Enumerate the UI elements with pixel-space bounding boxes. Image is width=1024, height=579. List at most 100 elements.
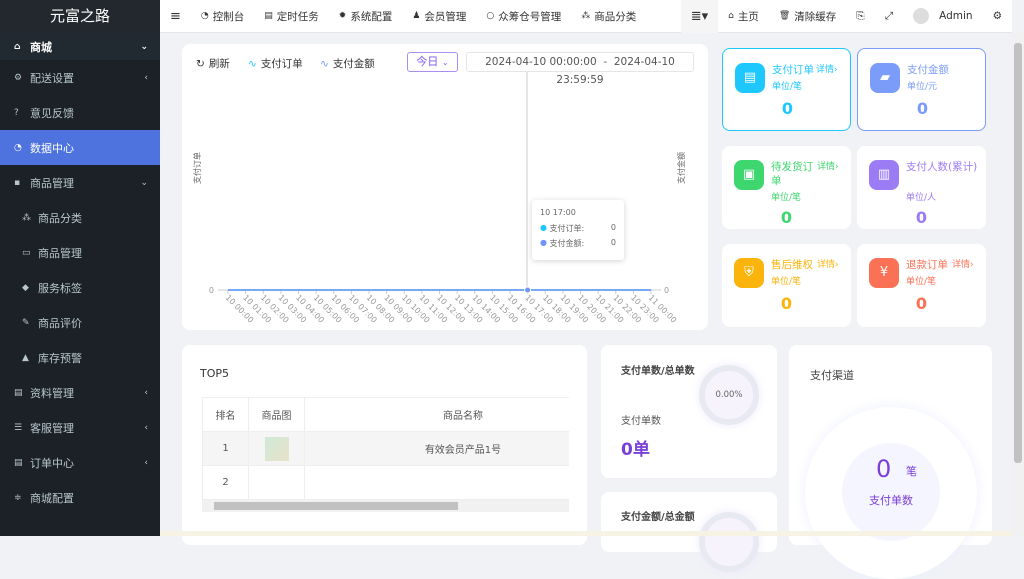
- channel-center: 0 笔 支付单数: [842, 443, 940, 541]
- stat-card[interactable]: ▰ 支付金额 单位/元 0: [857, 48, 986, 131]
- detail-link[interactable]: 详情›: [817, 258, 839, 272]
- sidebar-item[interactable]: ▲ 库存预警: [0, 340, 160, 375]
- chart-card: ↻ 刷新 ∿ 支付订单 ∿ 支付金额 今日 ⌄ 2024-04-10 00:00:00…: [182, 44, 708, 330]
- sidebar-item-label: 商品分类: [38, 211, 82, 225]
- sidebar-item-label: 服务标签: [38, 281, 82, 295]
- ratio-title: 支付金额/总金额: [621, 512, 695, 523]
- topnav-item[interactable]: ♟ 会员管理: [402, 9, 476, 24]
- product-image-cell: [248, 431, 305, 466]
- detail-link[interactable]: 详情›: [952, 258, 974, 272]
- sitemap-icon: ⁂: [22, 212, 31, 223]
- product-name-cell: 有效会员产品1号: [304, 431, 569, 466]
- dashboard-icon: ◔: [14, 142, 22, 153]
- scrollbar-thumb[interactable]: [214, 502, 458, 510]
- sidebar-item[interactable]: ◆ 服务标签: [0, 270, 160, 305]
- table-horizontal-scrollbar[interactable]: [202, 500, 569, 512]
- sidebar-item-label: 客服管理: [30, 421, 74, 435]
- clear-cache-button[interactable]: 🗑 清除缓存: [769, 9, 846, 24]
- fullscreen-icon[interactable]: ⤢: [875, 10, 903, 23]
- sidebar-item[interactable]: ⚙ 配送设置 ‹: [0, 60, 160, 95]
- topnav-item[interactable]: ○ 众筹仓号管理: [476, 9, 571, 24]
- user-menu[interactable]: Admin: [903, 8, 982, 24]
- sidebar-item[interactable]: ⌂ 商城 ⌄: [0, 33, 160, 60]
- shield-yen-icon: ⛨: [734, 258, 764, 288]
- translate-icon[interactable]: ⎘: [846, 10, 874, 23]
- topnav-item[interactable]: ▤ 定时任务: [254, 9, 329, 24]
- chevron-left-icon: ‹: [144, 72, 148, 83]
- stat-value: 0: [780, 208, 793, 227]
- table-row[interactable]: 2: [202, 465, 569, 500]
- dot-icon: ●: [540, 223, 547, 232]
- more-menu-button[interactable]: ≣▾: [680, 0, 719, 33]
- stat-title: 支付订单: [772, 64, 814, 76]
- sidebar-item[interactable]: ▤ 订单中心 ‹: [0, 445, 160, 480]
- clear-cache-label: 清除缓存: [794, 10, 837, 23]
- sidebar-item-label: 意见反馈: [30, 106, 74, 120]
- progress-ring: 0.00%: [699, 365, 759, 425]
- line-chart[interactable]: 0 0支付订单 支付金额10 00:0010 01:0010 02:0010 03:…: [182, 44, 708, 330]
- stat-value: 0: [781, 99, 794, 118]
- home-button[interactable]: ⌂ 主页: [718, 9, 769, 24]
- page-scrollbar[interactable]: [1012, 33, 1024, 536]
- sidebar-item[interactable]: ✎ 商品评价: [0, 305, 160, 340]
- question-icon: ?: [14, 107, 19, 118]
- stat-card[interactable]: ▣ 待发货订单 详情› 单位/笔 0: [722, 146, 851, 229]
- chevron-down-icon: ⌄: [140, 41, 148, 52]
- y-tick-left: 0: [209, 286, 214, 295]
- stat-card[interactable]: ▥ 支付人数(累计) 单位/人 0: [857, 146, 986, 229]
- stat-card[interactable]: ▤ 支付订单 详情› 单位/笔 0: [722, 48, 851, 131]
- column-header: 商品名称: [304, 397, 569, 432]
- file-icon: ▤: [14, 457, 23, 468]
- stat-card[interactable]: ⛨ 售后维权 详情› 单位/笔 0: [722, 244, 851, 327]
- stat-unit: 单位/元: [907, 82, 938, 92]
- channel-label: 支付单数: [869, 494, 913, 507]
- stat-card[interactable]: ¥ 退款订单 详情› 单位/笔 0: [857, 244, 986, 327]
- stat-unit: 单位/笔: [906, 277, 937, 287]
- sidebar-item[interactable]: ? 意见反馈: [0, 95, 160, 130]
- column-header: 商品图: [248, 397, 305, 432]
- scrollbar-thumb[interactable]: [1014, 43, 1022, 463]
- sidebar-item[interactable]: ▤ 资料管理 ‹: [0, 375, 160, 410]
- sidebar-item[interactable]: ◔ 数据中心: [0, 130, 160, 165]
- column-header: 排名: [202, 397, 249, 432]
- top5-title: TOP5: [200, 367, 230, 380]
- list-icon: ☰: [14, 422, 23, 433]
- home-label: 主页: [737, 10, 759, 23]
- sidebar-item[interactable]: ≑ 商城配置: [0, 480, 160, 515]
- package-icon: ▣: [734, 160, 764, 190]
- chart-tooltip: 10 17:00 ● 支付订单: 0 ● 支付金额: 0: [532, 200, 624, 260]
- sidebar-item[interactable]: ▪ 商品管理 ⌄: [0, 165, 160, 200]
- y-tick-right: 0: [664, 286, 669, 295]
- sidebar-item[interactable]: ⁂ 商品分类: [0, 200, 160, 235]
- file-icon: ▤: [14, 387, 23, 398]
- hover-point: [524, 286, 532, 294]
- topnav-item[interactable]: ✹ 系统配置: [329, 9, 403, 24]
- topnav-label: 系统配置: [350, 10, 393, 23]
- detail-link[interactable]: 详情›: [817, 160, 839, 174]
- menu-toggle-icon[interactable]: ≡: [160, 9, 191, 24]
- logo: 元富之路: [0, 0, 160, 33]
- detail-link[interactable]: 详情›: [816, 63, 838, 77]
- circle-icon: ○: [486, 11, 495, 21]
- trash-icon: 🗑: [778, 11, 791, 21]
- bottom-strip: [160, 531, 1012, 536]
- home-icon: ⌂: [728, 11, 734, 21]
- chevron-down-icon: ⌄: [140, 177, 148, 188]
- topnav-item[interactable]: ⁂ 商品分类: [571, 9, 646, 24]
- sidebar-item[interactable]: ☰ 客服管理 ‹: [0, 410, 160, 445]
- chevron-left-icon: ‹: [144, 387, 148, 398]
- top5-table: 排名 商品图 商品名称 1 有效会员产品1号 2: [202, 397, 569, 512]
- product-image-cell: [248, 465, 305, 500]
- tooltip-label: 支付金额:: [549, 239, 585, 248]
- topnav-item[interactable]: ◔ 控制台: [191, 9, 254, 24]
- topnav-label: 定时任务: [276, 10, 319, 23]
- ratio-label: 支付单数: [621, 416, 661, 427]
- sidebar-item[interactable]: ▭ 商品管理: [0, 235, 160, 270]
- stat-unit: 单位/笔: [771, 277, 802, 287]
- stat-title: 售后维权: [771, 259, 813, 271]
- stat-title: 退款订单: [906, 259, 948, 271]
- stat-value: 0: [915, 208, 928, 227]
- table-row[interactable]: 1 有效会员产品1号: [202, 431, 569, 466]
- settings-icon[interactable]: ⚙: [983, 10, 1012, 22]
- stat-value: 0: [916, 99, 929, 118]
